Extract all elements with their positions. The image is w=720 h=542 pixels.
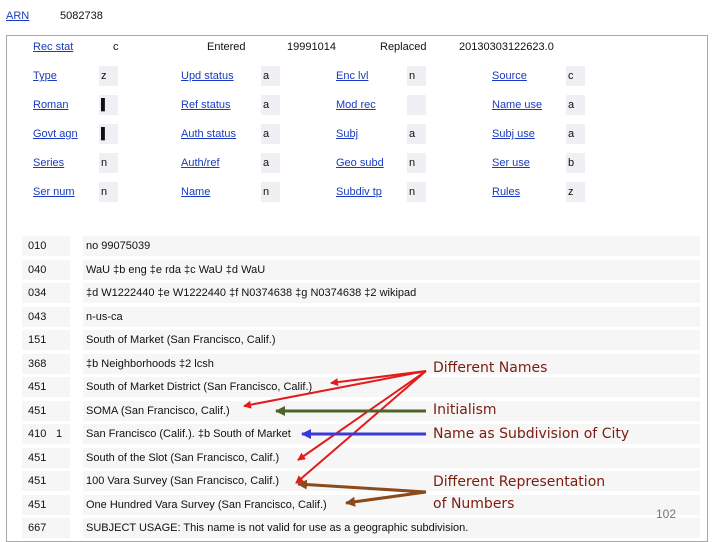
arrow-numbers-1 xyxy=(297,479,427,494)
annotation-arrows xyxy=(243,370,427,507)
annotation-numbers-line1: Different Representation xyxy=(433,474,606,490)
page-number: 102 xyxy=(656,507,677,521)
annotation-different-names: Different Names xyxy=(433,360,548,376)
arrow-numbers-2 xyxy=(345,490,427,507)
arrow-different-names-4 xyxy=(295,370,427,484)
annotation-initialism: Initialism xyxy=(433,402,497,418)
arrow-different-names-3 xyxy=(297,370,427,461)
annotation-subdivision: Name as Subdivision of City xyxy=(433,426,630,442)
annotation-numbers-line2: of Numbers xyxy=(433,496,515,512)
arrow-different-names-2 xyxy=(243,370,427,409)
